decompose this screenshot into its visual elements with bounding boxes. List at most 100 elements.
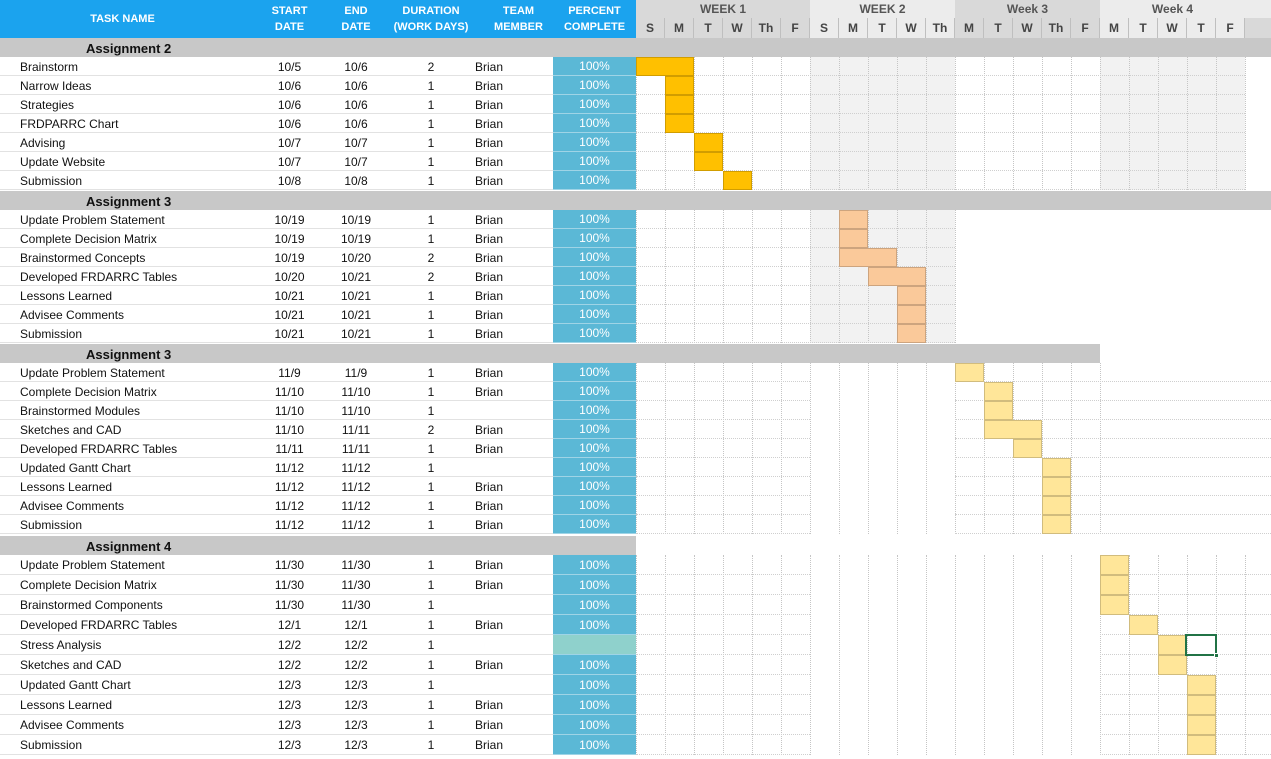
task-name-cell[interactable]: Stress Analysis	[0, 635, 245, 655]
team-member-cell[interactable]	[475, 635, 553, 655]
day-header-13[interactable]: T	[984, 18, 1013, 38]
gantt-task-bar[interactable]	[955, 363, 984, 382]
percent-complete-cell[interactable]: 100%	[553, 420, 636, 439]
team-member-cell[interactable]: Brian	[475, 615, 553, 635]
gantt-task-bar[interactable]	[1100, 595, 1129, 615]
header-duration[interactable]: DURATION (WORK DAYS)	[378, 0, 484, 38]
percent-complete-cell[interactable]: 100%	[553, 305, 636, 324]
end-date-cell[interactable]: 11/10	[320, 382, 392, 401]
end-date-cell[interactable]: 10/21	[320, 286, 392, 305]
duration-cell[interactable]: 1	[400, 615, 462, 635]
gantt-task-bar[interactable]	[868, 267, 926, 286]
gantt-task-bar[interactable]	[1158, 635, 1187, 655]
duration-cell[interactable]: 1	[400, 114, 462, 133]
duration-cell[interactable]: 1	[400, 439, 462, 458]
team-member-cell[interactable]: Brian	[475, 695, 553, 715]
end-date-cell[interactable]: 11/9	[320, 363, 392, 382]
percent-complete-cell[interactable]: 100%	[553, 477, 636, 496]
task-name-cell[interactable]: Complete Decision Matrix	[0, 229, 245, 248]
end-date-cell[interactable]: 10/19	[320, 210, 392, 229]
day-header-11[interactable]: Th	[926, 18, 955, 38]
percent-complete-cell[interactable]: 100%	[553, 363, 636, 382]
header-team-member[interactable]: TEAM MEMBER	[484, 0, 553, 38]
end-date-cell[interactable]: 10/6	[320, 114, 392, 133]
gantt-task-bar[interactable]	[1100, 575, 1129, 595]
percent-complete-cell[interactable]: 100%	[553, 324, 636, 343]
duration-cell[interactable]: 1	[400, 286, 462, 305]
duration-cell[interactable]: 1	[400, 76, 462, 95]
end-date-cell[interactable]: 10/21	[320, 267, 392, 286]
day-header-21[interactable]: F	[1216, 18, 1245, 38]
day-header-10[interactable]: W	[897, 18, 926, 38]
gantt-task-bar[interactable]	[665, 76, 694, 95]
team-member-cell[interactable]: Brian	[475, 382, 553, 401]
end-date-cell[interactable]: 10/21	[320, 305, 392, 324]
end-date-cell[interactable]: 10/19	[320, 229, 392, 248]
task-name-cell[interactable]: Submission	[0, 324, 245, 343]
task-name-cell[interactable]: Brainstormed Components	[0, 595, 245, 615]
team-member-cell[interactable]: Brian	[475, 715, 553, 735]
header-start-date[interactable]: START DATE	[245, 0, 334, 38]
week-label-1[interactable]: WEEK 1	[636, 0, 810, 18]
gantt-task-bar[interactable]	[1187, 695, 1216, 715]
gantt-task-bar[interactable]	[665, 114, 694, 133]
duration-cell[interactable]: 1	[400, 171, 462, 190]
percent-complete-cell[interactable]: 100%	[553, 555, 636, 575]
end-date-cell[interactable]: 12/3	[320, 695, 392, 715]
gantt-task-bar[interactable]	[1013, 439, 1042, 458]
duration-cell[interactable]: 1	[400, 735, 462, 755]
percent-complete-cell[interactable]: 100%	[553, 458, 636, 477]
percent-complete-cell[interactable]: 100%	[553, 152, 636, 171]
end-date-cell[interactable]: 11/12	[320, 515, 392, 534]
task-name-cell[interactable]: Update Problem Statement	[0, 555, 245, 575]
percent-complete-cell[interactable]: 100%	[553, 229, 636, 248]
gantt-task-bar[interactable]	[1187, 675, 1216, 695]
percent-complete-cell[interactable]: 100%	[553, 735, 636, 755]
team-member-cell[interactable]: Brian	[475, 286, 553, 305]
end-date-cell[interactable]: 10/7	[320, 133, 392, 152]
day-header-6[interactable]: F	[781, 18, 810, 38]
gantt-task-bar[interactable]	[636, 57, 694, 76]
percent-complete-cell[interactable]: 100%	[553, 595, 636, 615]
team-member-cell[interactable]: Brian	[475, 267, 553, 286]
team-member-cell[interactable]	[475, 675, 553, 695]
task-name-cell[interactable]: Developed FRDARRC Tables	[0, 267, 245, 286]
percent-complete-cell[interactable]: 100%	[553, 496, 636, 515]
gantt-task-bar[interactable]	[694, 133, 723, 152]
percent-complete-cell[interactable]: 100%	[553, 439, 636, 458]
gantt-task-bar[interactable]	[839, 210, 868, 229]
end-date-cell[interactable]: 10/7	[320, 152, 392, 171]
end-date-cell[interactable]: 12/3	[320, 715, 392, 735]
team-member-cell[interactable]: Brian	[475, 363, 553, 382]
week-label-3[interactable]: Week 3	[955, 0, 1100, 18]
team-member-cell[interactable]: Brian	[475, 76, 553, 95]
percent-complete-cell[interactable]: 100%	[553, 171, 636, 190]
duration-cell[interactable]: 1	[400, 305, 462, 324]
percent-complete-cell[interactable]: 100%	[553, 655, 636, 675]
gantt-task-bar[interactable]	[694, 152, 723, 171]
duration-cell[interactable]: 1	[400, 477, 462, 496]
duration-cell[interactable]: 1	[400, 515, 462, 534]
gantt-task-bar[interactable]	[1042, 496, 1071, 515]
team-member-cell[interactable]: Brian	[475, 57, 553, 76]
duration-cell[interactable]: 1	[400, 401, 462, 420]
percent-complete-cell[interactable]: 100%	[553, 210, 636, 229]
gantt-task-bar[interactable]	[1042, 458, 1071, 477]
team-member-cell[interactable]: Brian	[475, 133, 553, 152]
week-label-2[interactable]: WEEK 2	[810, 0, 955, 18]
end-date-cell[interactable]: 11/10	[320, 401, 392, 420]
day-header-5[interactable]: Th	[752, 18, 781, 38]
end-date-cell[interactable]: 10/6	[320, 95, 392, 114]
end-date-cell[interactable]: 12/2	[320, 655, 392, 675]
end-date-cell[interactable]: 11/12	[320, 477, 392, 496]
end-date-cell[interactable]: 10/20	[320, 248, 392, 267]
task-name-cell[interactable]: Updated Gantt Chart	[0, 458, 245, 477]
gantt-task-bar[interactable]	[723, 171, 752, 190]
duration-cell[interactable]: 1	[400, 695, 462, 715]
task-name-cell[interactable]: Update Problem Statement	[0, 363, 245, 382]
header-end-date[interactable]: END DATE	[334, 0, 378, 38]
task-name-cell[interactable]: FRDPARRC Chart	[0, 114, 245, 133]
task-name-cell[interactable]: Developed FRDARRC Tables	[0, 439, 245, 458]
gantt-task-bar[interactable]	[1042, 477, 1071, 496]
task-name-cell[interactable]: Strategies	[0, 95, 245, 114]
